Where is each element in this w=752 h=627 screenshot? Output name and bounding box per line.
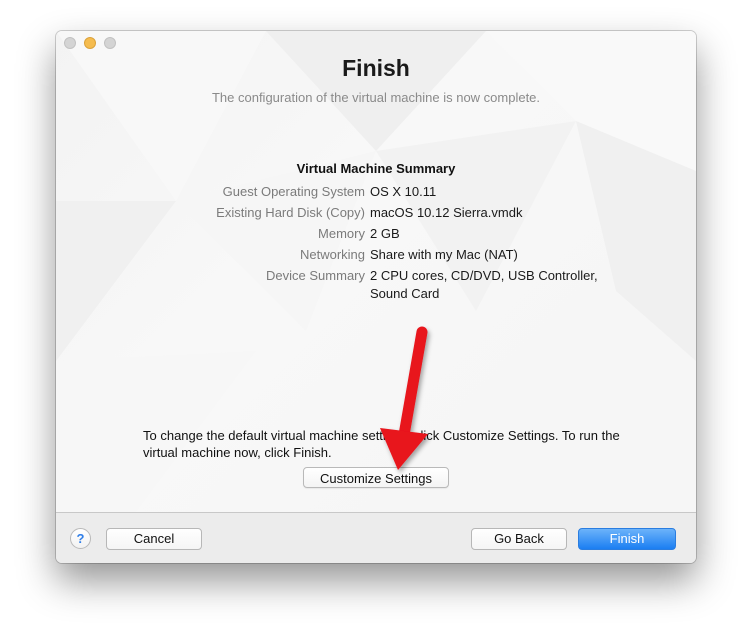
summary-label: Memory [318,226,365,241]
summary-value: macOS 10.12 Sierra.vmdk [370,205,523,220]
summary-label: Device Summary [266,268,365,283]
vm-assistant-window: Finish The configuration of the virtual … [56,31,696,563]
summary-row-hard-disk: Existing Hard Disk (Copy) macOS 10.12 Si… [56,204,696,222]
summary-value: Share with my Mac (NAT) [370,247,518,262]
zoom-window-icon[interactable] [104,37,116,49]
page-subtitle: The configuration of the virtual machine… [211,90,541,105]
finish-button[interactable]: Finish [578,528,676,550]
summary-label: Guest Operating System [222,184,365,199]
summary-table: Guest Operating System OS X 10.11 Existi… [56,183,696,306]
summary-heading: Virtual Machine Summary [296,161,456,176]
summary-value: OS X 10.11 [370,184,437,199]
summary-label: Existing Hard Disk (Copy) [216,205,365,220]
go-back-button[interactable]: Go Back [471,528,567,550]
summary-label: Networking [299,247,365,262]
customize-settings-button[interactable]: Customize Settings [303,467,449,488]
summary-value: 2 CPU cores, CD/DVD, USB Controller, Sou… [370,268,598,301]
summary-value: 2 GB [370,226,400,241]
button-bar: ? Cancel Go Back Finish [56,512,696,563]
content-area: Finish The configuration of the virtual … [56,31,696,512]
page-title: Finish [342,55,410,81]
minimize-window-icon[interactable] [84,37,96,49]
summary-row-guest-os: Guest Operating System OS X 10.11 [56,183,696,201]
summary-row-networking: Networking Share with my Mac (NAT) [56,246,696,264]
close-window-icon[interactable] [64,37,76,49]
summary-row-device-summary: Device Summary 2 CPU cores, CD/DVD, USB … [56,267,696,303]
instruction-text: To change the default virtual machine se… [143,428,620,460]
window-controls [64,37,116,49]
summary-row-memory: Memory 2 GB [56,225,696,243]
cancel-button[interactable]: Cancel [106,528,202,550]
help-icon[interactable]: ? [70,528,91,549]
